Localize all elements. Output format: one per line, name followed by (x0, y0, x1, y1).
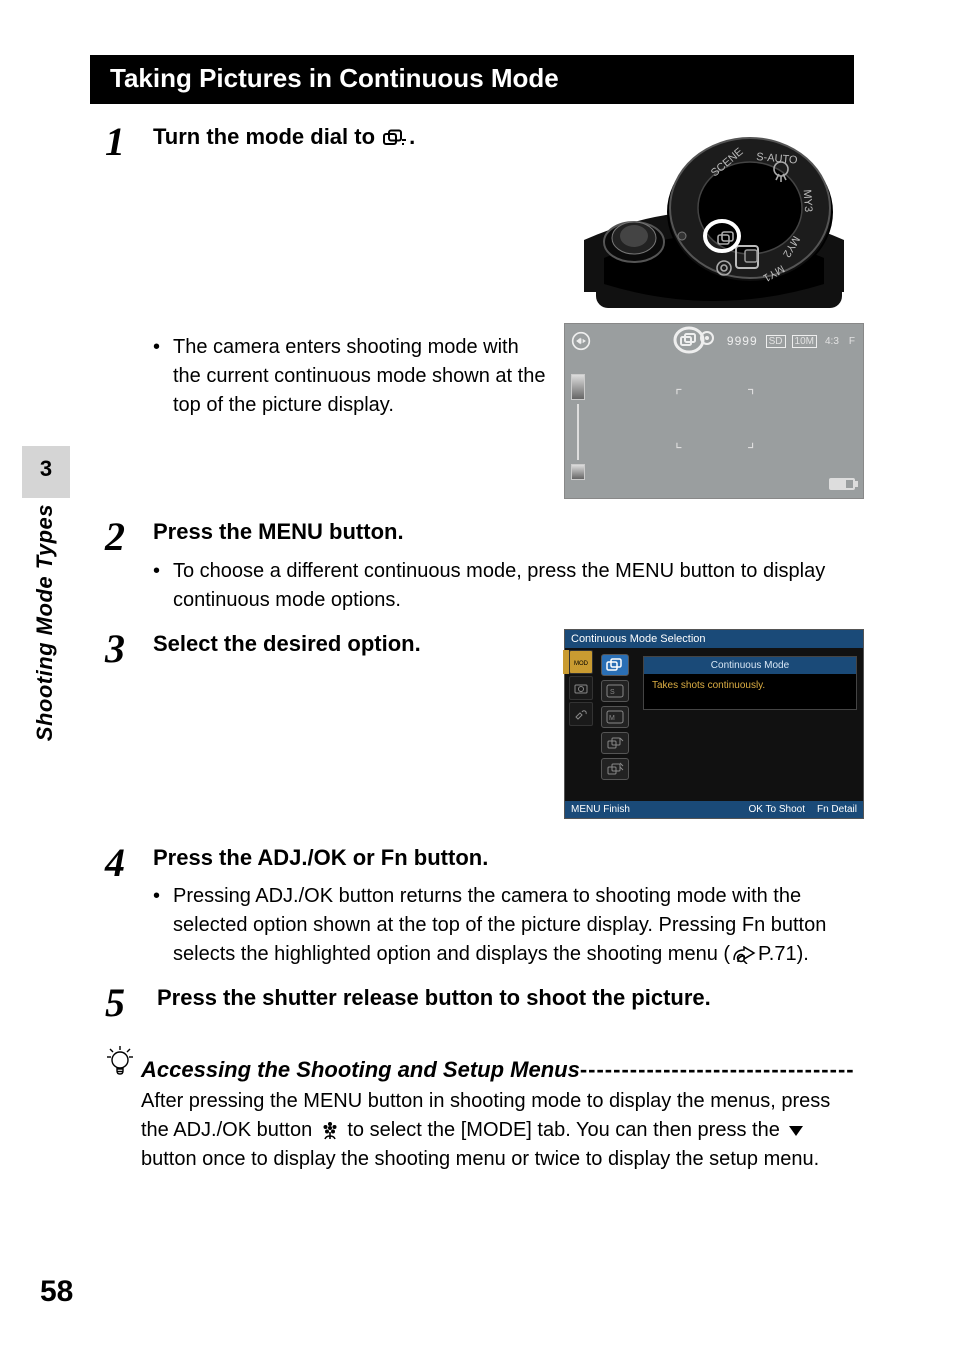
step-2: 2 Press the MENU button. • To choose a d… (105, 517, 864, 615)
lcd2-footer-ok: OK To Shoot (748, 804, 805, 815)
lcd2-tab-setup (569, 702, 593, 726)
lcd2-tabs: MODE (569, 650, 597, 726)
dial-label-my3: MY3 (801, 189, 815, 212)
step-number: 2 (105, 517, 153, 557)
step-number: 4 (105, 843, 153, 883)
lcd2-title: Continuous Mode Selection (565, 630, 863, 648)
lcd-sd-icon: SD (766, 335, 786, 348)
note-heading-row: Accessing the Shooting and Setup Menus -… (105, 1045, 854, 1083)
lcd-preview-1: 9999 SD 10M 4:3 F ⌜ (564, 323, 864, 499)
continuous-mode-indicator-icon (673, 326, 719, 357)
lcd2-info-panel: Continuous Mode Takes shots continuously… (643, 656, 857, 710)
note-text-c: button once to display the shooting menu… (141, 1148, 819, 1170)
step-1-bullet: The camera enters shooting mode with the… (173, 333, 548, 420)
svg-text:S: S (610, 689, 615, 696)
svg-text:M: M (609, 715, 615, 722)
lcd2-footer-left: MENU Finish (571, 804, 630, 815)
hand-steady-icon (571, 331, 591, 351)
step-3-heading: Select the desired option. (153, 629, 548, 659)
step-number: 1 (105, 122, 153, 162)
section-title: Taking Pictures in Continuous Mode (90, 55, 854, 104)
step-1-heading-text-a: Turn the mode dial to (153, 124, 381, 149)
lcd-left-column (571, 374, 589, 480)
step-1-heading-text-b: . (409, 124, 415, 149)
bullet-dot: • (153, 882, 173, 969)
step-4-heading: Press the ADJ./OK or Fn button. (153, 843, 864, 873)
battery-icon (829, 478, 855, 490)
lcd2-option-list: S M (601, 654, 637, 780)
focus-bracket-bl: ⌞ (675, 432, 683, 452)
down-triangle-icon (787, 1124, 805, 1138)
lcd2-tab-mode: MODE (569, 650, 593, 674)
focus-bracket-tr: ⌝ (747, 386, 755, 406)
bullet-dot: • (153, 557, 173, 615)
lcd-shot-counter: 9999 (725, 333, 760, 349)
focus-bracket-br: ⌟ (747, 432, 755, 452)
step-number: 5 (105, 983, 153, 1023)
mode-dial-figure: S-AUTO SCENE MY3 MY2 MY1 (564, 122, 864, 317)
note-heading: Accessing the Shooting and Setup Menus (141, 1057, 580, 1083)
lcd-size: 10M (792, 335, 817, 348)
step-4-bullet: Pressing ADJ./OK button returns the came… (173, 882, 864, 969)
step-3: 3 Select the desired option. Continuous … (105, 629, 864, 819)
chapter-tab: 3 Shooting Mode Types (22, 446, 70, 786)
continuous-mode-icon (383, 129, 407, 147)
step-1-heading: Turn the mode dial to . (153, 122, 548, 152)
step-4: 4 Press the ADJ./OK or Fn button. • Pres… (105, 843, 864, 970)
chapter-number: 3 (22, 446, 70, 498)
lcd2-panel-title: Continuous Mode (644, 657, 856, 674)
note-body: After pressing the MENU button in shooti… (141, 1087, 854, 1174)
lcd2-footer-fn: Fn Detail (817, 804, 857, 815)
note-dashes: -------------------------------------- (580, 1057, 854, 1083)
page-number: 58 (40, 1275, 73, 1309)
step-1: 1 Turn the mode dial to (105, 122, 864, 499)
step-4-bullet-b: P.71). (758, 943, 809, 965)
lcd2-footer: MENU Finish OK To Shoot Fn Detail (565, 801, 863, 818)
histogram-icon (571, 374, 585, 400)
tip-lightbulb-icon (105, 1045, 141, 1082)
focus-bracket-tl: ⌜ (675, 386, 683, 406)
chapter-title: Shooting Mode Types (32, 504, 58, 741)
lcd2-option-speed2 (601, 758, 629, 780)
lcd2-option-speed1 (601, 732, 629, 754)
bullet-dot: • (153, 333, 173, 420)
step-2-bullet: To choose a different continuous mode, p… (173, 557, 864, 615)
lcd-quality: F (847, 335, 857, 348)
step-5: 5 Press the shutter release button to sh… (105, 983, 864, 1023)
svg-text:MODE: MODE (574, 661, 588, 667)
lcd2-option-continuous (601, 654, 629, 676)
lcd-ratio: 4:3 (823, 335, 841, 348)
zoom-scale-icon (577, 404, 579, 460)
lcd2-option-scont: S (601, 680, 629, 702)
flower-macro-icon (320, 1122, 340, 1140)
note-text-b: to select the [MODE] tab. You can then p… (342, 1119, 786, 1141)
lcd2-panel-text: Takes shots continuously. (644, 674, 856, 697)
lcd2-option-mcont: M (601, 706, 629, 728)
lcd2-tab-camera (569, 676, 593, 700)
step-2-heading: Press the MENU button. (153, 517, 864, 547)
step-number: 3 (105, 629, 153, 669)
lcd-menu-figure: Continuous Mode Selection MODE S M (564, 629, 864, 819)
step-5-heading: Press the shutter release button to shoo… (157, 983, 864, 1013)
wide-icon (571, 464, 585, 480)
step-4-bullet-a: Pressing ADJ./OK button returns the came… (173, 885, 826, 965)
crossref-icon (730, 946, 756, 964)
